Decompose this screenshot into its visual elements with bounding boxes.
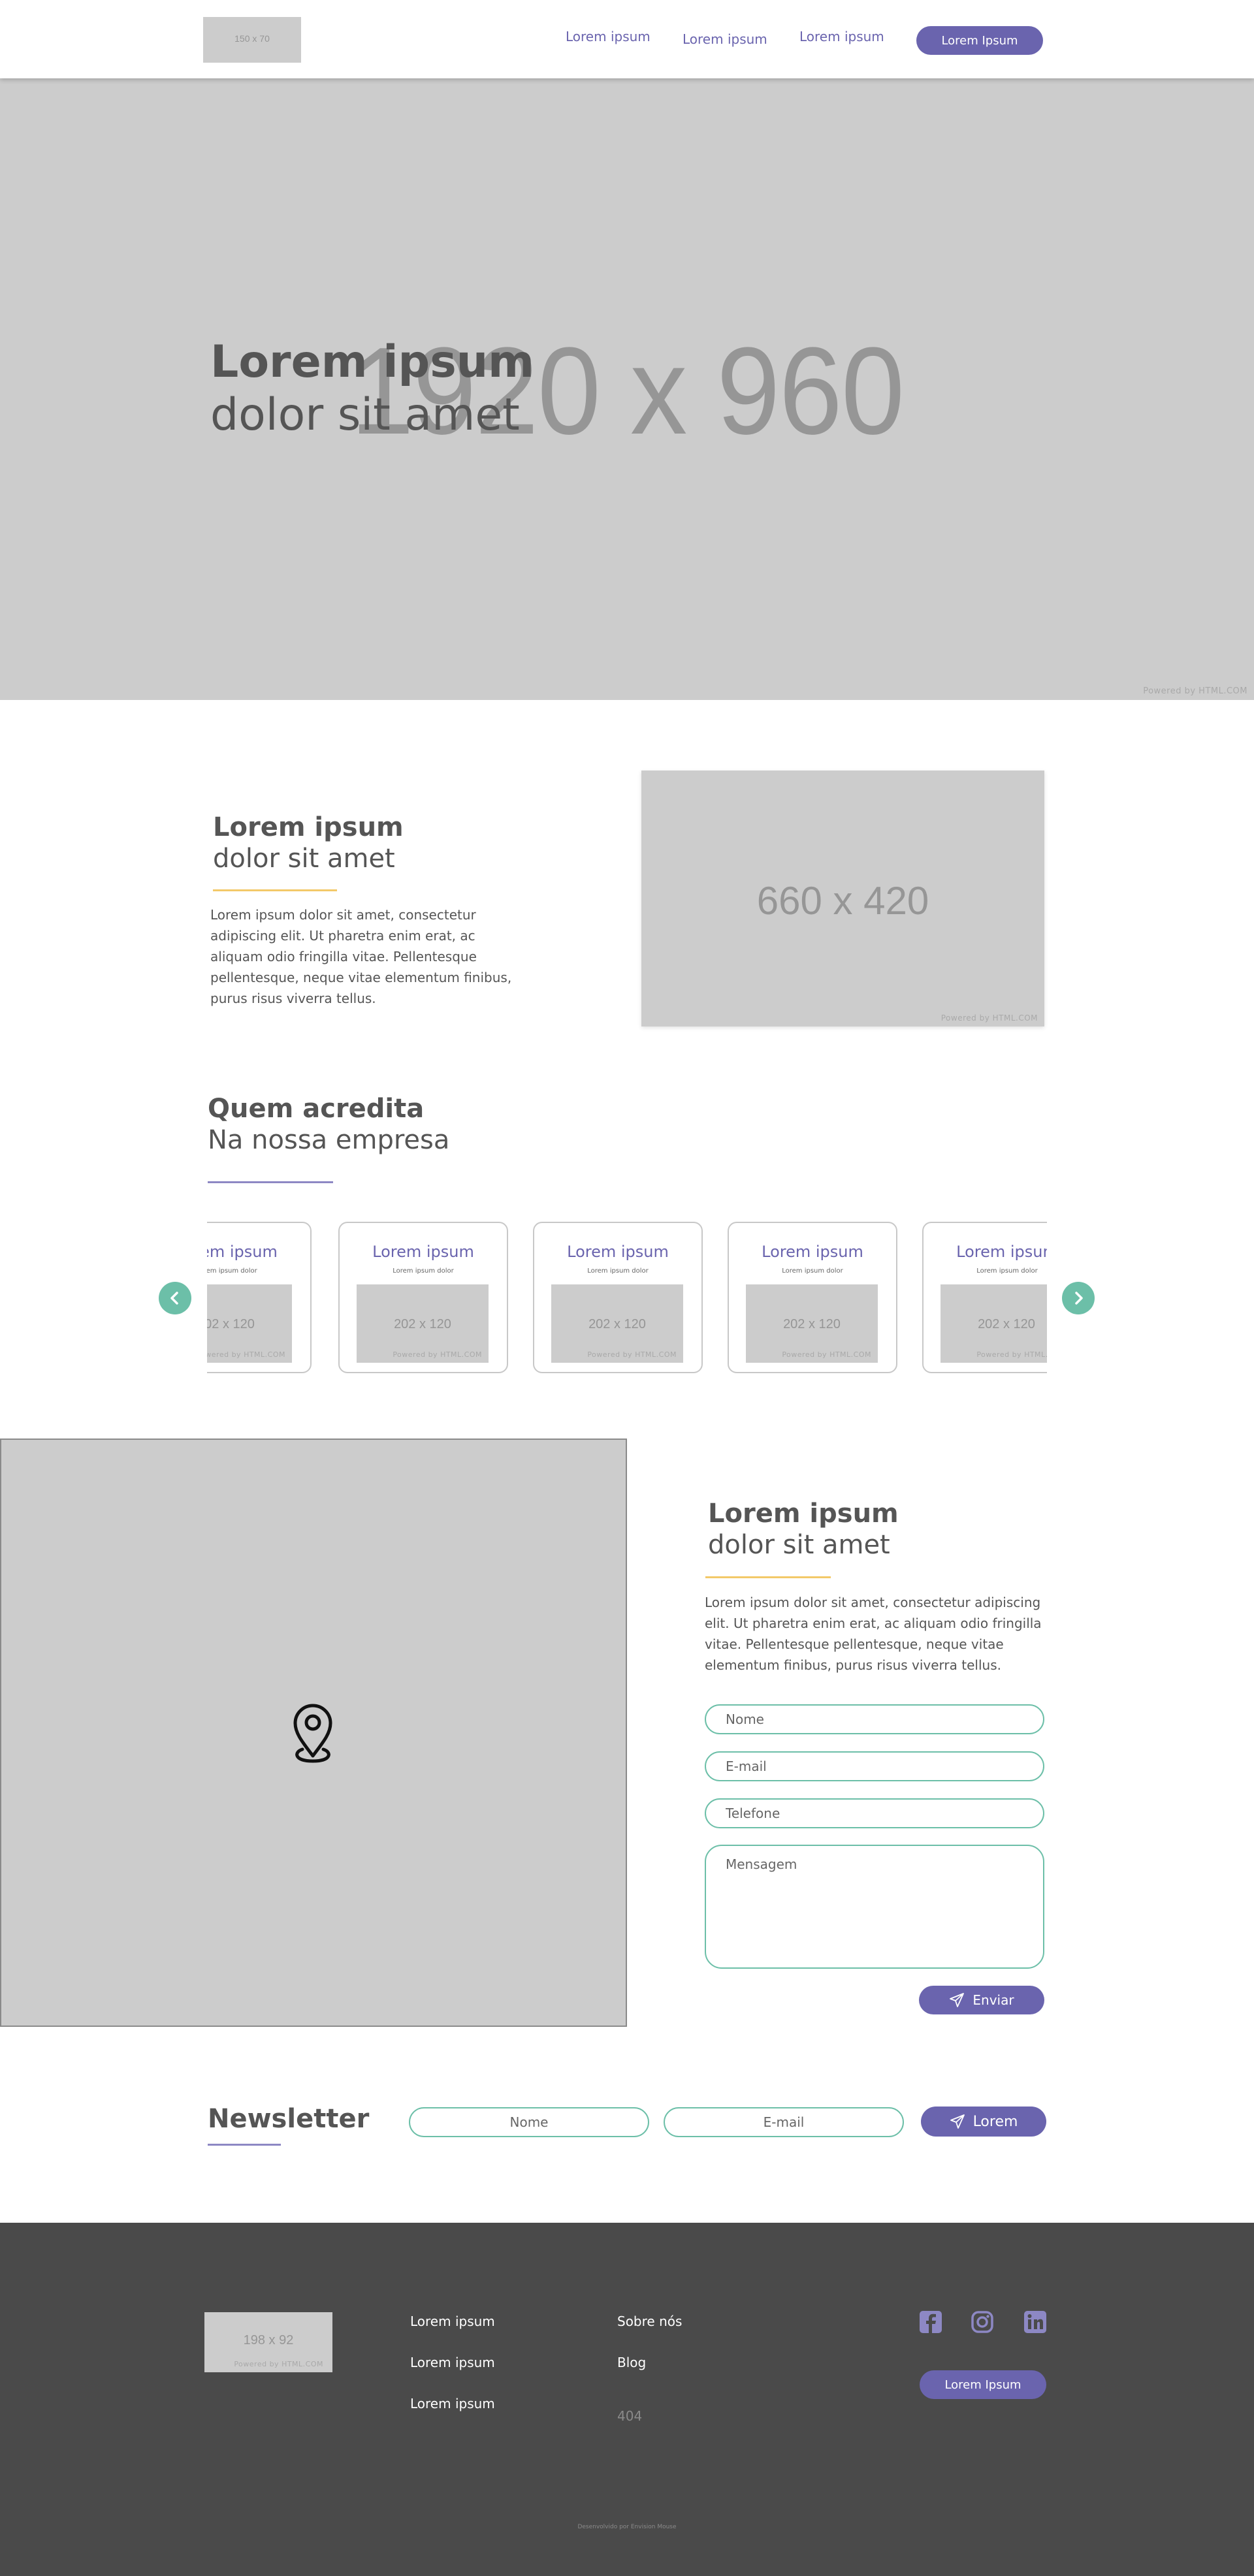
contact-subtitle: dolor sit amet (708, 1530, 890, 1560)
card-powered-by: Powered by HTML.COM (207, 1350, 285, 1359)
newsletter-name-field[interactable] (409, 2107, 649, 2137)
logo-placeholder-label: 150 x 70 (234, 33, 270, 44)
nav-link-3[interactable]: Lorem ipsum (799, 29, 884, 44)
send-icon (950, 1993, 965, 2007)
header-logo[interactable]: 150 x 70 (203, 17, 301, 63)
card-subtitle: Lorem ipsum dolor (393, 1267, 454, 1275)
testimonials-title: Quem acredita (208, 1094, 425, 1124)
newsletter-submit-button[interactable]: Lorem (921, 2107, 1046, 2137)
name-field[interactable] (705, 1704, 1044, 1734)
footer-link[interactable]: Lorem ipsum (410, 2355, 495, 2370)
about-subtitle: dolor sit amet (213, 844, 395, 874)
card-powered-by: Powered by HTML.COM (782, 1350, 871, 1359)
footer-logo[interactable]: 198 x 92 Powered by HTML.COM (204, 2312, 332, 2372)
footer-logo-label: 198 x 92 (243, 2333, 294, 2347)
hero-subtitle: dolor sit amet (210, 389, 520, 441)
card-title: Lorem ipsum (207, 1243, 278, 1261)
map[interactable] (0, 1439, 627, 2027)
testimonial-card[interactable]: Lorem ipsum Lorem ipsum dolor 202 x 120 … (533, 1222, 703, 1373)
about-image-label: 660 x 420 (756, 879, 929, 923)
footer-link[interactable]: Lorem ipsum (410, 2314, 495, 2329)
card-subtitle: Lorem ipsum dolor (782, 1267, 843, 1275)
card-title: Lorem ipsum (762, 1243, 863, 1261)
carousel-track: Lorem ipsum Lorem ipsum dolor 202 x 120 … (207, 1222, 1047, 1375)
site-footer (0, 2223, 1254, 2576)
card-image: 202 x 120 Powered by HTML.COM (551, 1284, 683, 1363)
card-title: Lorem ipsum (956, 1243, 1047, 1261)
card-image: 202 x 120 Powered by HTML.COM (207, 1284, 292, 1363)
testimonial-card[interactable]: Lorem ipsum Lorem ipsum dolor 202 x 120 … (338, 1222, 508, 1373)
send-button-label: Enviar (973, 1992, 1014, 2008)
carousel-next-button[interactable] (1062, 1282, 1095, 1314)
contact-text: Lorem ipsum dolor sit amet, consectetur … (705, 1595, 1042, 1673)
email-field[interactable] (705, 1751, 1044, 1781)
facebook-icon[interactable] (919, 2310, 942, 2334)
card-image: 202 x 120 Powered by HTML.COM (940, 1284, 1047, 1363)
card-subtitle: Lorem ipsum dolor (207, 1267, 257, 1275)
map-pin-icon (293, 1704, 332, 1763)
newsletter-underline (208, 2144, 281, 2146)
card-image: 202 x 120 Powered by HTML.COM (357, 1284, 489, 1363)
card-powered-by: Powered by HTML.COM (587, 1350, 677, 1359)
contact-underline (705, 1576, 831, 1578)
about-text: Lorem ipsum dolor sit amet, consectetur … (210, 907, 512, 1006)
testimonial-card[interactable]: Lorem ipsum Lorem ipsum dolor 202 x 120 … (728, 1222, 897, 1373)
footer-link-404[interactable]: 404 (617, 2408, 642, 2424)
newsletter-email-field[interactable] (664, 2107, 904, 2137)
footer-credit: Desenvolvido por Envision Mouse (577, 2524, 677, 2530)
testimonial-card[interactable]: Lorem ipsum Lorem ipsum dolor 202 x 120 … (207, 1222, 312, 1373)
carousel-prev-button[interactable] (159, 1282, 191, 1314)
contact-title: Lorem ipsum (708, 1499, 899, 1529)
about-powered-by: Powered by HTML.COM (940, 1013, 1038, 1023)
footer-link[interactable]: Lorem ipsum (410, 2396, 495, 2411)
chevron-left-icon (170, 1292, 178, 1305)
hero-powered-by: Powered by HTML.COM (1143, 686, 1247, 696)
card-title: Lorem ipsum (567, 1243, 669, 1261)
footer-link-about[interactable]: Sobre nós (617, 2314, 682, 2329)
message-field[interactable] (705, 1845, 1044, 1969)
phone-field[interactable] (705, 1798, 1044, 1828)
site-header: 150 x 70 Lorem ipsum Lorem ipsum Lorem i… (0, 0, 1254, 78)
card-subtitle: Lorem ipsum dolor (976, 1267, 1038, 1275)
card-image-label: 202 x 120 (978, 1317, 1035, 1331)
header-cta-button[interactable]: Lorem Ipsum (916, 26, 1043, 55)
newsletter-title: Newsletter (208, 2104, 370, 2134)
instagram-icon[interactable] (971, 2310, 994, 2334)
footer-logo-powered-by: Powered by HTML.COM (234, 2360, 323, 2368)
footer-link-blog[interactable]: Blog (617, 2355, 646, 2370)
hero-title: Lorem ipsum (210, 336, 534, 388)
about-title: Lorem ipsum (213, 812, 404, 842)
card-image-label: 202 x 120 (588, 1317, 646, 1331)
nav-link-2[interactable]: Lorem ipsum (683, 31, 767, 47)
card-image-label: 202 x 120 (394, 1317, 451, 1331)
about-image: 660 x 420 Powered by HTML.COM (641, 771, 1044, 1026)
send-icon (950, 2114, 965, 2129)
card-image-label: 202 x 120 (783, 1317, 841, 1331)
card-title: Lorem ipsum (372, 1243, 474, 1261)
hero-banner: 1920 x 960 Powered by HTML.COM (0, 78, 1254, 700)
card-powered-by: Powered by HTML.COM (393, 1350, 482, 1359)
chevron-right-icon (1075, 1292, 1083, 1305)
card-subtitle: Lorem ipsum dolor (587, 1267, 649, 1275)
card-image-label: 202 x 120 (207, 1317, 255, 1331)
newsletter-submit-label: Lorem (973, 2113, 1018, 2130)
nav-link-1[interactable]: Lorem ipsum (566, 29, 651, 44)
testimonials-subtitle: Na nossa empresa (208, 1125, 450, 1155)
footer-cta-button[interactable]: Lorem Ipsum (920, 2370, 1046, 2399)
send-button[interactable]: Enviar (919, 1986, 1044, 2014)
testimonial-card[interactable]: Lorem ipsum Lorem ipsum dolor 202 x 120 … (922, 1222, 1047, 1373)
card-image: 202 x 120 Powered by HTML.COM (746, 1284, 878, 1363)
linkedin-icon[interactable] (1023, 2310, 1047, 2334)
about-underline (213, 889, 337, 891)
testimonials-underline (208, 1181, 333, 1183)
card-powered-by: Powered by HTML.COM (976, 1350, 1047, 1359)
